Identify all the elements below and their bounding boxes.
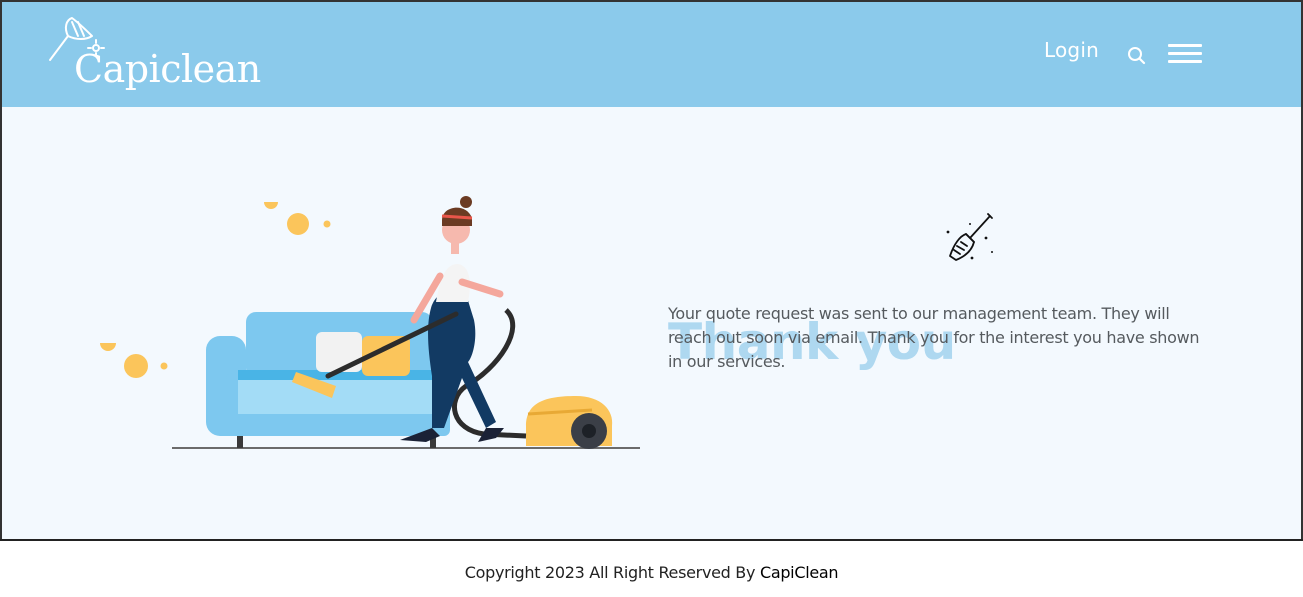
search-button[interactable] — [1126, 44, 1148, 66]
site-header: Capiclean Login — [2, 2, 1301, 107]
hamburger-menu-icon-line — [1168, 60, 1202, 63]
woman-vacuuming-sofa-illustration — [100, 196, 640, 449]
search-icon — [1128, 47, 1146, 65]
login-link[interactable]: Login — [1044, 38, 1099, 62]
site-footer: Copyright 2023 All Right Reserved By Cap… — [0, 539, 1303, 597]
main-content: Thank you Your quote request was sent to… — [2, 107, 1301, 539]
hamburger-menu-icon-line — [1168, 52, 1202, 55]
menu-button[interactable] — [1168, 44, 1204, 66]
copyright-prefix: Copyright 2023 All Right Reserved By — [464, 563, 756, 582]
logo-text: Capiclean — [74, 47, 261, 91]
footer-brand-link[interactable]: CapiClean — [760, 563, 839, 582]
copyright-text: Copyright 2023 All Right Reserved By Cap… — [0, 563, 1303, 582]
broom-icon — [946, 213, 993, 261]
hamburger-menu-icon — [1168, 44, 1202, 47]
site-logo[interactable]: Capiclean — [46, 16, 261, 96]
confirmation-message: Your quote request was sent to our manag… — [668, 304, 1200, 371]
